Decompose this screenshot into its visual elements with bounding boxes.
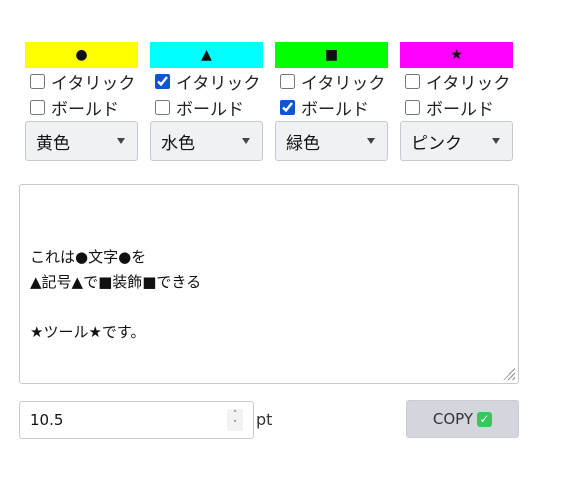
bold-checkbox[interactable] [30,99,45,115]
italic-option[interactable]: イタリック [150,68,263,94]
color-select[interactable]: ピンク [400,121,513,161]
bold-option[interactable]: ボールド [150,94,263,120]
color-select[interactable]: 水色 [150,121,263,161]
color-select-value: 黄色 [36,133,70,154]
symbol-column-3: ■ イタリック ボールド 緑色 [275,42,388,161]
font-size-unit: pt [256,410,273,429]
color-select-value: 水色 [161,133,195,154]
italic-option[interactable]: イタリック [275,68,388,94]
italic-label: イタリック [426,73,511,94]
italic-label: イタリック [301,73,386,94]
bold-checkbox[interactable] [280,99,295,115]
bold-checkbox[interactable] [155,99,170,115]
italic-checkbox[interactable] [30,73,45,89]
italic-checkbox[interactable] [280,73,295,89]
italic-checkbox[interactable] [405,73,420,89]
italic-checkbox[interactable] [155,73,170,89]
chevron-down-icon [117,138,125,144]
chevron-down-icon [492,138,500,144]
number-stepper[interactable]: ˄ ˅ [227,409,243,431]
chevron-up-icon[interactable]: ˄ [233,410,238,420]
text-editor-content: これは●文字●を ▲記号▲で■装飾■できる ★ツール★です。 [30,248,202,341]
symbol-swatch: ★ [400,42,513,68]
copy-button-label: COPY [432,410,474,428]
color-select[interactable]: 黄色 [25,121,138,161]
bold-checkbox[interactable] [405,99,420,115]
bold-label: ボールド [51,99,119,120]
italic-label: イタリック [51,73,136,94]
bold-label: ボールド [301,99,369,120]
bold-label: ボールド [426,99,494,120]
chevron-down-icon [367,138,375,144]
bold-option[interactable]: ボールド [275,94,388,120]
color-select-value: ピンク [411,133,462,154]
bold-label: ボールド [176,99,244,120]
font-size-input[interactable]: 10.5 ˄ ˅ [19,401,254,439]
copy-button[interactable]: COPY ✓ [406,400,519,438]
symbol-column-4: ★ イタリック ボールド ピンク [400,42,513,161]
resize-grip-icon[interactable] [503,368,515,380]
check-icon: ✓ [477,411,493,427]
italic-option[interactable]: イタリック [25,68,138,94]
symbol-column-2: ▲ イタリック ボールド 水色 [150,42,263,161]
symbol-swatch: ● [25,42,138,68]
font-size-value: 10.5 [30,411,64,429]
symbol-swatch: ■ [275,42,388,68]
symbol-swatch: ▲ [150,42,263,68]
bold-option[interactable]: ボールド [25,94,138,120]
decorator-tool: ● イタリック ボールド 黄色 ▲ イタリック ボールド 水色 ■ イタリック … [0,0,571,504]
bold-option[interactable]: ボールド [400,94,513,120]
italic-label: イタリック [176,73,261,94]
italic-option[interactable]: イタリック [400,68,513,94]
color-select-value: 緑色 [286,133,320,154]
chevron-down-icon [242,138,250,144]
chevron-down-icon[interactable]: ˅ [233,420,238,430]
symbol-column-1: ● イタリック ボールド 黄色 [25,42,138,161]
color-select[interactable]: 緑色 [275,121,388,161]
text-editor[interactable]: これは●文字●を ▲記号▲で■装飾■できる ★ツール★です。 [19,184,519,384]
